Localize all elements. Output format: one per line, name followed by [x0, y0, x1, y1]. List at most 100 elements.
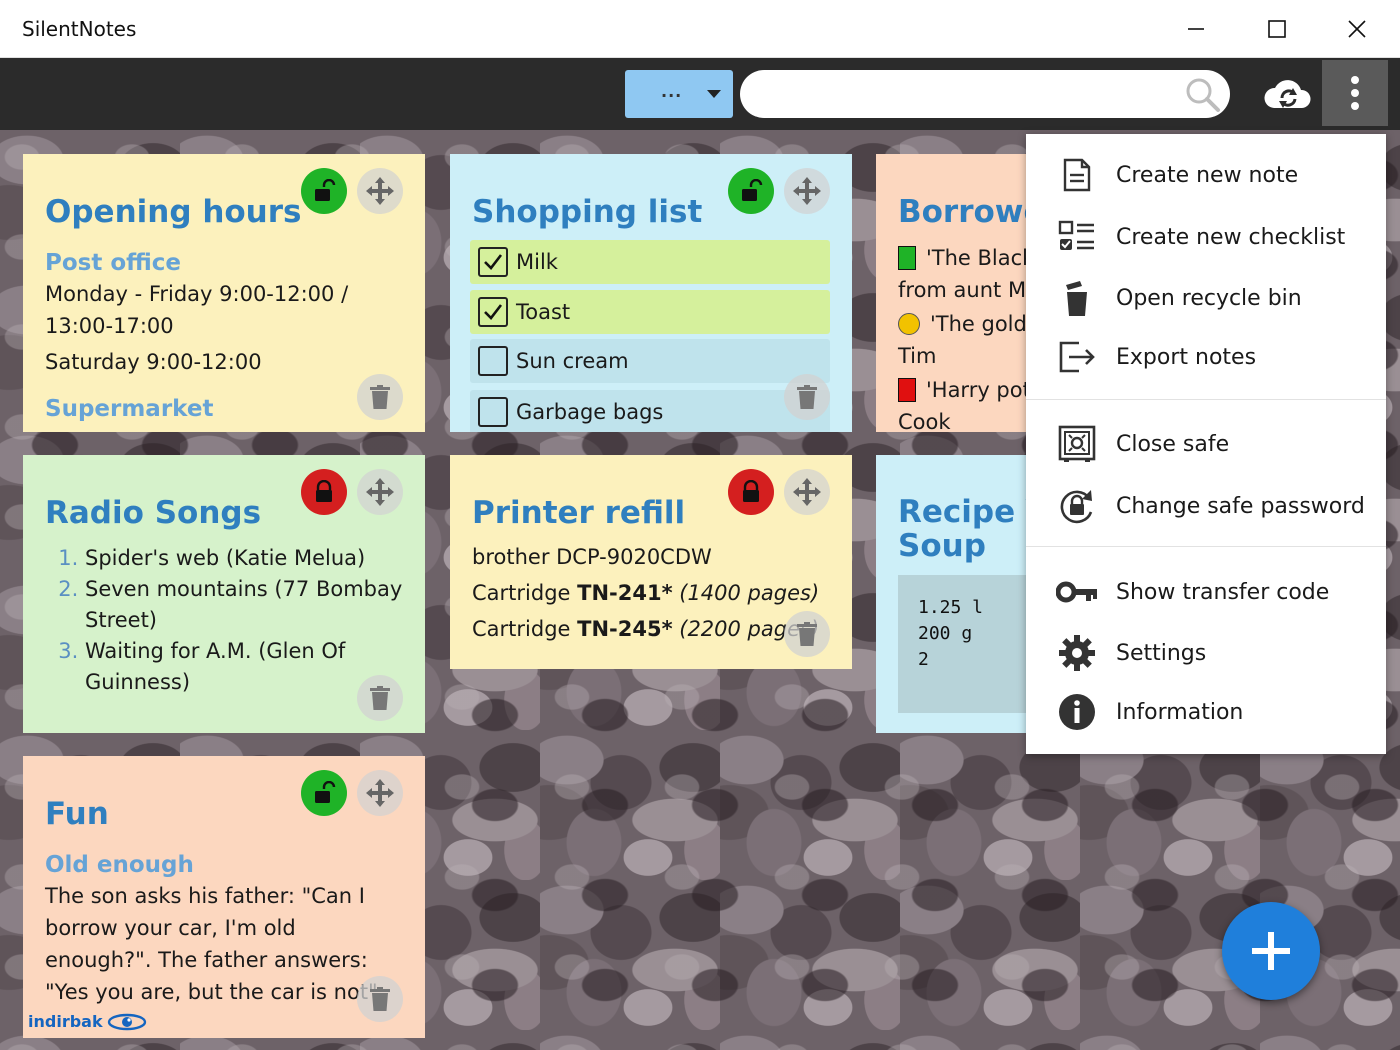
song-list: Spider's web (Katie Melua) Seven mountai…	[63, 543, 403, 698]
add-note-fab[interactable]	[1222, 902, 1320, 1000]
move-icon	[793, 478, 821, 506]
safe-icon	[1056, 423, 1098, 465]
move-button[interactable]	[357, 469, 403, 515]
menu-item-change-safe-password[interactable]: Change safe password	[1026, 479, 1386, 533]
delete-note-button[interactable]	[784, 611, 830, 657]
toolbar: ...	[0, 58, 1400, 130]
menu-item-create-note[interactable]: Create new note	[1026, 148, 1386, 202]
delete-note-button[interactable]	[357, 976, 403, 1022]
lock-closed-icon	[316, 480, 332, 502]
note-title: Radio Songs	[45, 495, 262, 531]
checklist-item[interactable]: Sun cream	[470, 339, 830, 383]
code-line: 2	[918, 649, 929, 670]
checklist-item[interactable]: Milk	[470, 240, 830, 284]
checkbox-unchecked[interactable]	[478, 346, 508, 376]
note-radio-songs[interactable]: Radio Songs Spider's web (Katie Melua) S…	[23, 455, 425, 733]
menu-item-recycle-bin[interactable]: Open recycle bin	[1026, 271, 1386, 325]
trash-icon	[797, 622, 817, 646]
trash-icon	[370, 987, 390, 1011]
menu-item-label: Show transfer code	[1116, 579, 1330, 605]
menu-item-label: Create new note	[1116, 162, 1299, 188]
note-opening-hours[interactable]: Opening hours Post office Monday - Frida…	[23, 154, 425, 432]
checklist-item[interactable]: Garbage bags	[470, 390, 830, 432]
search-box	[740, 70, 1230, 118]
checklist-item-label: Milk	[516, 250, 558, 274]
cartridge-code: TN-241*	[577, 581, 673, 605]
smiley-icon	[898, 313, 920, 335]
tag-filter-dropdown[interactable]: ...	[625, 70, 733, 118]
menu-item-show-transfer-code[interactable]: Show transfer code	[1026, 565, 1386, 619]
unlock-button[interactable]	[301, 770, 347, 816]
menu-separator	[1026, 546, 1386, 547]
menu-separator	[1026, 399, 1386, 400]
code-line: 200 g	[918, 623, 973, 644]
chevron-down-icon	[707, 90, 721, 98]
trash-icon	[370, 686, 390, 710]
search-icon[interactable]	[1184, 76, 1222, 114]
cartridge-code: TN-245*	[577, 617, 673, 641]
checklist-item-label: Toast	[516, 300, 571, 324]
checkbox-unchecked[interactable]	[478, 397, 508, 427]
lock-button[interactable]	[728, 469, 774, 515]
overflow-menu-button[interactable]	[1322, 60, 1388, 126]
menu-item-label: Settings	[1116, 640, 1207, 666]
menu-item-settings[interactable]: Settings	[1026, 626, 1386, 680]
minimize-button[interactable]	[1156, 0, 1236, 58]
move-button[interactable]	[784, 168, 830, 214]
menu-item-label: Create new checklist	[1116, 224, 1346, 250]
watermark: indirbak	[28, 1012, 147, 1031]
note-printer-refill[interactable]: Printer refill brother DCP-9020CDW Cartr…	[450, 455, 852, 669]
close-icon	[1348, 20, 1366, 38]
checkbox-checked[interactable]	[478, 297, 508, 327]
note-title: Shopping list	[472, 194, 703, 230]
note-shopping-list[interactable]: Shopping list Milk Toast Sun cream Garba…	[450, 154, 852, 432]
eye-logo-icon	[107, 1013, 146, 1030]
sync-button[interactable]	[1258, 68, 1318, 120]
delete-note-button[interactable]	[357, 374, 403, 420]
delete-note-button[interactable]	[784, 374, 830, 420]
search-input[interactable]	[760, 78, 1180, 110]
close-button[interactable]	[1317, 0, 1397, 58]
unlock-button[interactable]	[301, 168, 347, 214]
menu-item-information[interactable]: Information	[1026, 685, 1386, 739]
list-item: Waiting for A.M. (Glen Of Guinness)	[85, 636, 403, 698]
unlock-button[interactable]	[728, 168, 774, 214]
lock-closed-icon	[743, 480, 759, 502]
checklist-item[interactable]: Toast	[470, 290, 830, 334]
menu-item-create-checklist[interactable]: Create new checklist	[1026, 210, 1386, 264]
note-text: Tim	[898, 344, 937, 368]
trash-icon	[370, 385, 390, 409]
checklist-item-label: Sun cream	[516, 349, 629, 373]
move-button[interactable]	[784, 469, 830, 515]
page-count: (1400 pages)	[679, 581, 820, 605]
note-text: 'Harry pot	[926, 378, 1026, 402]
move-button[interactable]	[357, 770, 403, 816]
note-subheading: Post office	[45, 250, 182, 276]
note-title: Recipe Ye	[898, 494, 1026, 530]
note-borrowed[interactable]: Borrowed 'The Black from aunt M 'The gol…	[876, 154, 1026, 432]
note-text: Cook	[898, 410, 951, 432]
menu-item-label: Close safe	[1116, 431, 1230, 457]
lock-button[interactable]	[301, 469, 347, 515]
note-recipe[interactable]: Recipe Ye Soup 1.25 l 200 g 2	[876, 455, 1026, 733]
export-icon	[1056, 336, 1098, 378]
lock-open-icon	[742, 179, 763, 201]
menu-item-export-notes[interactable]: Export notes	[1026, 330, 1386, 384]
more-vertical-icon	[1351, 76, 1359, 110]
menu-item-label: Information	[1116, 699, 1244, 725]
note-title: Borrowed	[898, 194, 1026, 230]
checkbox-checked[interactable]	[478, 247, 508, 277]
note-text: Cartridge	[472, 617, 578, 641]
watermark-text: indirbak	[28, 1012, 103, 1031]
cloud-sync-icon	[1264, 80, 1311, 108]
note-fun[interactable]: Fun Old enough The son asks his father: …	[23, 756, 425, 1038]
maximize-button[interactable]	[1237, 0, 1317, 58]
delete-note-button[interactable]	[357, 675, 403, 721]
checkmark-icon	[484, 304, 503, 320]
move-button[interactable]	[357, 168, 403, 214]
checklist-item-label: Garbage bags	[516, 400, 664, 424]
plus-icon	[1252, 932, 1290, 970]
note-text: brother DCP-9020CDW	[472, 545, 712, 569]
title-bar: SilentNotes	[0, 0, 1400, 58]
menu-item-close-safe[interactable]: Close safe	[1026, 417, 1386, 471]
